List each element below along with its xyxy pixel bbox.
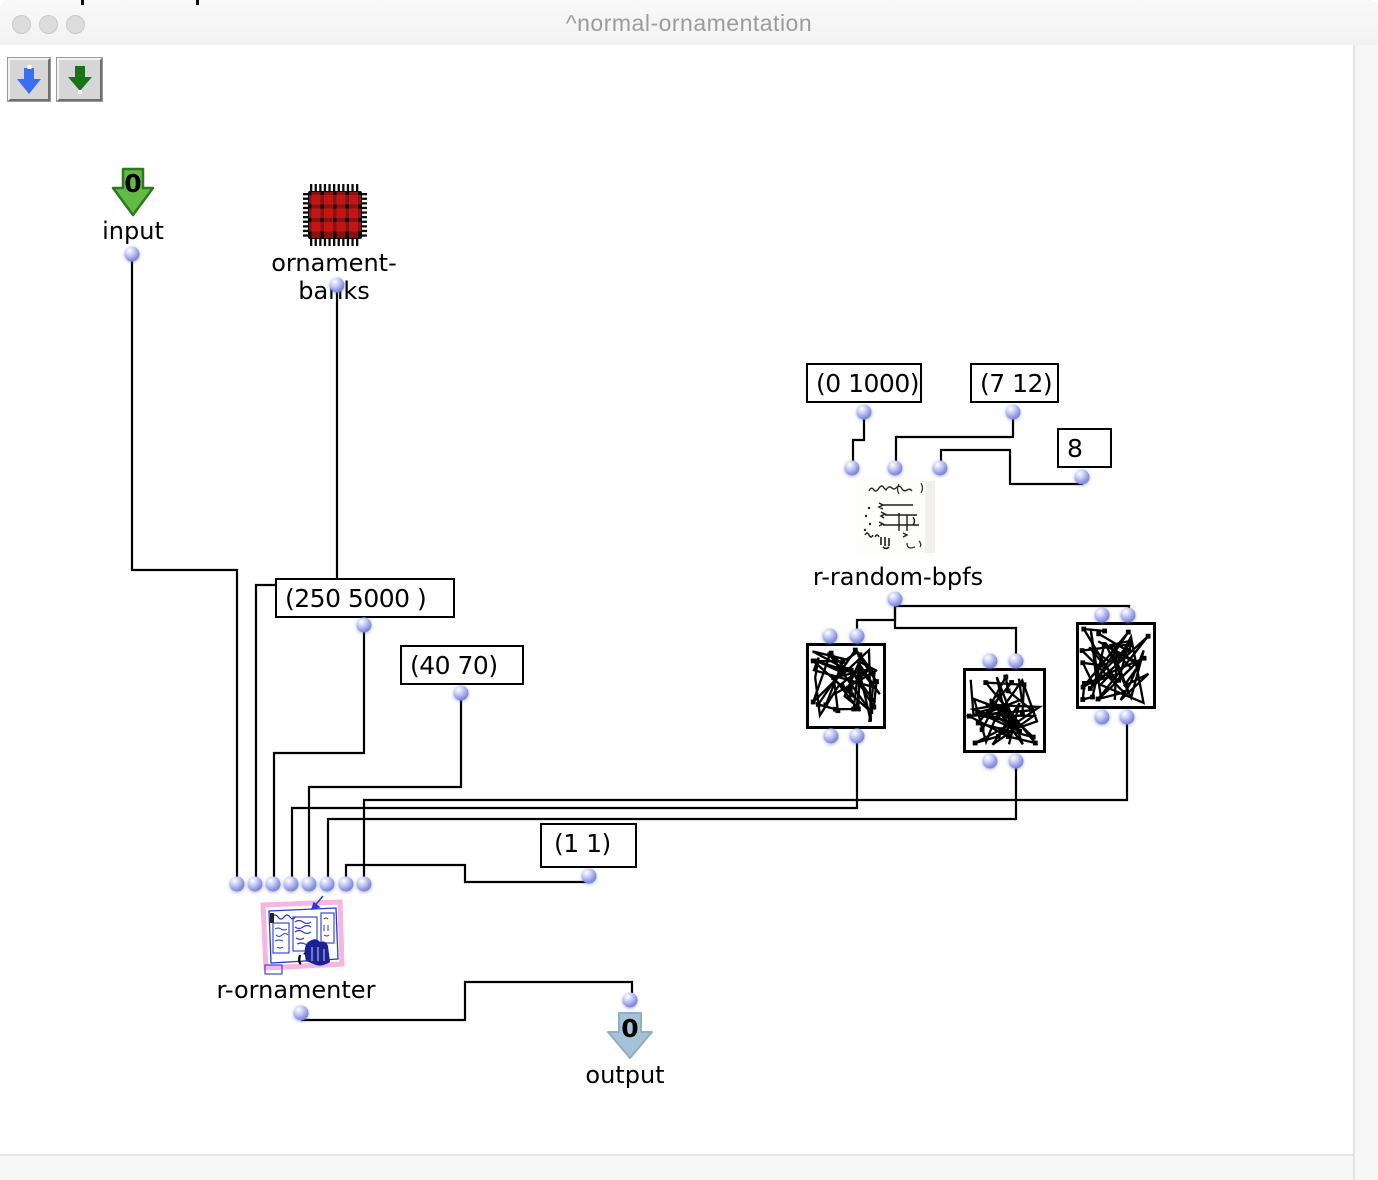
- inlet-port[interactable]: [284, 877, 299, 892]
- output-node-label: output: [573, 1061, 677, 1089]
- patch-cord: [895, 606, 1016, 661]
- inlet-port[interactable]: [320, 877, 335, 892]
- outlet-port[interactable]: [582, 869, 597, 884]
- outlet-port[interactable]: [857, 405, 872, 420]
- r-random-bpfs-icon[interactable]: [855, 477, 935, 557]
- outlet-port[interactable]: [888, 592, 903, 607]
- outlet-port[interactable]: [125, 247, 140, 262]
- r-random-bpfs-label: r-random-bpfs: [803, 563, 993, 591]
- value-box-250-5000[interactable]: (250 5000 ): [275, 578, 455, 618]
- outlet-port[interactable]: [294, 1006, 309, 1021]
- inlet-port[interactable]: [357, 877, 372, 892]
- outlet-port[interactable]: [357, 618, 372, 633]
- value-box-7-12[interactable]: (7 12): [970, 363, 1059, 403]
- patch-cord: [274, 632, 364, 884]
- outlet-port[interactable]: [1095, 710, 1110, 725]
- outlet-port[interactable]: [850, 729, 865, 744]
- outlet-port[interactable]: [983, 754, 998, 769]
- inlet-port[interactable]: [230, 877, 245, 892]
- inlet-port[interactable]: [823, 629, 838, 644]
- inlet-port[interactable]: [933, 461, 948, 476]
- outlet-port[interactable]: [1120, 710, 1135, 725]
- value-box-0-1000[interactable]: (0 1000): [806, 363, 922, 403]
- inlet-port[interactable]: [1095, 608, 1110, 623]
- patch-cord: [896, 419, 1013, 468]
- outlet-port[interactable]: [1006, 405, 1021, 420]
- bpf-curve-box-1[interactable]: [806, 643, 886, 729]
- inlet-port[interactable]: [888, 461, 903, 476]
- inlet-port[interactable]: [850, 629, 865, 644]
- output-badge: 0: [617, 1014, 643, 1043]
- bpf-curve-box-3[interactable]: [1076, 622, 1156, 709]
- inlet-port[interactable]: [1121, 608, 1136, 623]
- inlet-port[interactable]: [623, 993, 638, 1008]
- input-badge: 0: [120, 169, 146, 198]
- r-ornamenter-label: r-ornamenter: [206, 976, 386, 1004]
- bpf-curve-box-2[interactable]: [963, 668, 1046, 753]
- inlet-port[interactable]: [339, 877, 354, 892]
- patch-cord: [132, 261, 237, 884]
- r-ornamenter-icon[interactable]: [257, 895, 345, 975]
- outlet-port[interactable]: [824, 729, 839, 744]
- inlet-port[interactable]: [302, 877, 317, 892]
- inlet-port[interactable]: [845, 461, 860, 476]
- patch-window: ^normal-ornamentation: [0, 0, 1378, 1180]
- value-box-8[interactable]: 8: [1057, 428, 1112, 468]
- inlet-port[interactable]: [248, 877, 263, 892]
- inlet-port[interactable]: [1009, 654, 1024, 669]
- value-box-1-1[interactable]: (1 1): [540, 823, 637, 868]
- outlet-port[interactable]: [1009, 754, 1024, 769]
- inlet-port[interactable]: [266, 877, 281, 892]
- ornament-banks-icon[interactable]: [303, 184, 367, 246]
- patch-cord: [328, 768, 1016, 884]
- value-box-40-70[interactable]: (40 70): [400, 645, 524, 685]
- patch-cord: [309, 700, 461, 884]
- outlet-port[interactable]: [454, 686, 469, 701]
- inlet-port[interactable]: [983, 654, 998, 669]
- input-node-label: input: [81, 217, 185, 245]
- outlet-port[interactable]: [1075, 470, 1090, 485]
- outlet-port[interactable]: [330, 278, 345, 293]
